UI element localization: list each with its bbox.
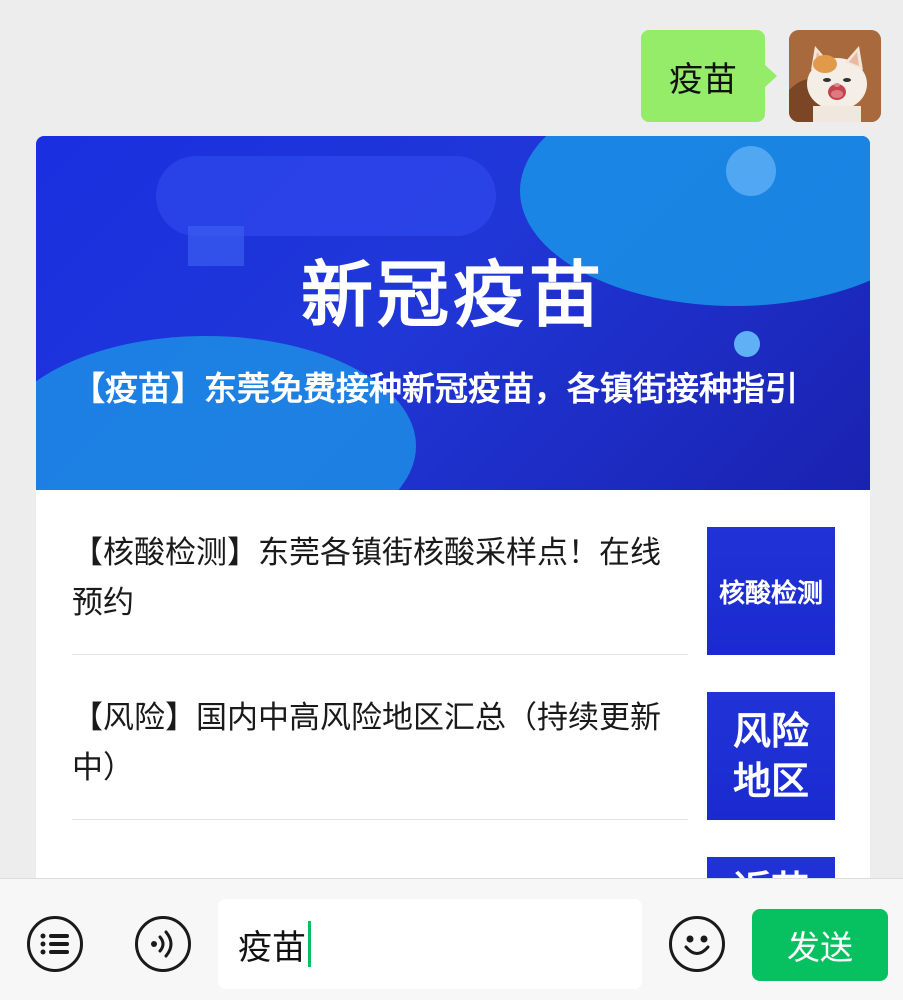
kitten-avatar-icon — [789, 30, 881, 122]
voice-button[interactable] — [135, 916, 191, 972]
article-item[interactable]: 【核酸检测】东莞各镇街核酸采样点！在线预约 核酸检测 — [36, 490, 870, 655]
article-item[interactable]: 【风险】国内中高风险地区汇总（持续更新中） 风险地区 — [36, 655, 870, 820]
message-input[interactable]: 疫苗 — [218, 899, 642, 989]
message-input-value: 疫苗 — [238, 927, 306, 968]
outgoing-message: 疫苗 — [641, 30, 881, 122]
article-list: 【核酸检测】东莞各镇街核酸采样点！在线预约 核酸检测 【风险】国内中高风险地区汇… — [36, 490, 870, 896]
emoji-button[interactable] — [669, 916, 725, 972]
cover-caption: 【疫苗】东莞免费接种新冠疫苗，各镇街接种指引 — [72, 369, 798, 408]
thumbnail-text: 核酸检测 — [718, 578, 823, 609]
article-item-thumbnail: 风险地区 — [707, 692, 835, 820]
menu-button[interactable] — [27, 916, 83, 972]
voice-icon — [151, 930, 173, 958]
thumbnail-text: 风险地区 — [732, 709, 809, 803]
avatar[interactable] — [789, 30, 881, 122]
menu-icon — [40, 933, 69, 955]
article-item-thumbnail: 核酸检测 — [707, 527, 835, 655]
cover-banner[interactable]: 新冠疫苗 【疫苗】东莞免费接种新冠疫苗，各镇街接种指引 — [36, 136, 870, 490]
input-bar: 疫苗 发送 — [0, 878, 903, 1000]
send-button[interactable]: 发送 — [752, 909, 888, 981]
cover-title: 新冠疫苗 — [300, 253, 605, 337]
article-card[interactable]: 新冠疫苗 【疫苗】东莞免费接种新冠疫苗，各镇街接种指引 【核酸检测】东莞各镇街核… — [36, 136, 870, 896]
cover-decoration — [726, 146, 776, 196]
article-item-title: 【风险】国内中高风险地区汇总（持续更新中） — [72, 700, 661, 786]
emoji-icon — [684, 935, 710, 955]
cover-decoration — [156, 156, 496, 236]
message-bubble[interactable]: 疫苗 — [641, 30, 777, 122]
text-caret — [308, 921, 311, 967]
chat-page: 疫苗 新冠疫苗 【疫苗】东莞免费接种新冠疫苗，各镇街接种指引 【核酸检测】东莞各… — [0, 0, 903, 1000]
article-item-title: 【核酸检测】东莞各镇街核酸采样点！在线预约 — [72, 535, 661, 621]
